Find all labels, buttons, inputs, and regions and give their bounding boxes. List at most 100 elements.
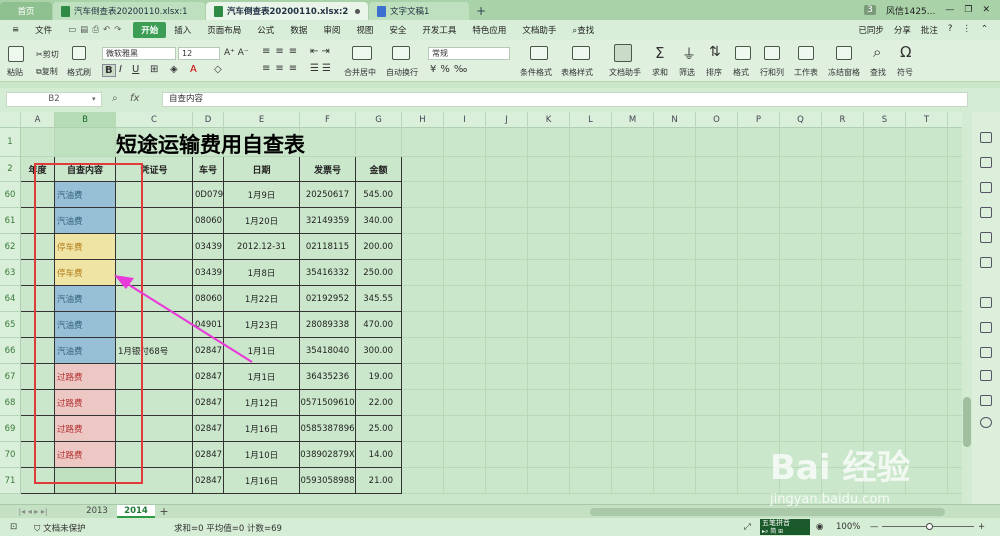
- menu-hamburger-icon[interactable]: ≡: [0, 25, 27, 35]
- sum-button[interactable]: 求和: [652, 67, 668, 78]
- cell[interactable]: [21, 416, 55, 442]
- window-count-badge[interactable]: 3: [864, 5, 876, 15]
- cell[interactable]: [654, 312, 696, 338]
- cell[interactable]: [696, 390, 738, 416]
- cell[interactable]: [528, 338, 570, 364]
- cell[interactable]: [402, 442, 444, 468]
- cell[interactable]: [402, 286, 444, 312]
- conditional-format-button[interactable]: 条件格式: [520, 67, 552, 78]
- cell[interactable]: [948, 312, 962, 338]
- cell[interactable]: [402, 128, 444, 157]
- cell[interactable]: [654, 208, 696, 234]
- cell[interactable]: [654, 468, 696, 494]
- cell[interactable]: [822, 468, 864, 494]
- cell[interactable]: [612, 416, 654, 442]
- cell[interactable]: [780, 208, 822, 234]
- cell[interactable]: [864, 208, 906, 234]
- car-cell[interactable]: 08060: [193, 208, 224, 234]
- sheet-title[interactable]: 短途运输费用自查表: [116, 129, 305, 159]
- cell[interactable]: [570, 260, 612, 286]
- invoice-cell[interactable]: 20250617: [300, 182, 356, 208]
- column-header-l[interactable]: L: [570, 112, 612, 128]
- menu-data[interactable]: 数据: [282, 24, 315, 36]
- date-cell[interactable]: 1月12日: [224, 390, 300, 416]
- wrap-text-icon[interactable]: [392, 46, 410, 60]
- car-cell[interactable]: 03439: [193, 260, 224, 286]
- menu-security[interactable]: 安全: [381, 24, 414, 36]
- date-cell[interactable]: 2012.12-31: [224, 234, 300, 260]
- cell[interactable]: [444, 128, 486, 157]
- fill-color-icon[interactable]: ◈: [170, 64, 178, 75]
- cell[interactable]: [612, 260, 654, 286]
- tab-home[interactable]: 首页: [0, 2, 52, 20]
- cell[interactable]: [822, 157, 864, 182]
- cell[interactable]: [402, 416, 444, 442]
- cell[interactable]: [738, 208, 780, 234]
- help-icon[interactable]: ?: [948, 24, 953, 36]
- font-size-select[interactable]: 12: [178, 47, 220, 60]
- cell[interactable]: [696, 182, 738, 208]
- cell[interactable]: [528, 260, 570, 286]
- cell[interactable]: [864, 468, 906, 494]
- voucher-cell[interactable]: [116, 286, 193, 312]
- column-header-n[interactable]: N: [654, 112, 696, 128]
- wrap-text-button[interactable]: 自动换行: [386, 67, 418, 78]
- cell[interactable]: [444, 468, 486, 494]
- cell[interactable]: [780, 390, 822, 416]
- menu-developer[interactable]: 开发工具: [414, 24, 464, 36]
- cell[interactable]: [444, 312, 486, 338]
- car-cell[interactable]: 03439: [193, 234, 224, 260]
- sum-icon[interactable]: Σ: [655, 44, 664, 62]
- tab-workbook-2[interactable]: 汽车倒查表20200110.xlsx:2: [206, 2, 368, 20]
- cell[interactable]: [528, 442, 570, 468]
- column-header-i[interactable]: I: [444, 112, 486, 128]
- paste-icon[interactable]: [8, 46, 24, 62]
- cell[interactable]: [402, 468, 444, 494]
- zoom-out-icon[interactable]: —: [870, 522, 879, 532]
- cell[interactable]: [906, 364, 948, 390]
- side-select-icon[interactable]: [980, 132, 992, 143]
- amount-cell[interactable]: 19.00: [356, 364, 402, 390]
- zoom-in-icon[interactable]: +: [978, 522, 985, 532]
- cell[interactable]: [612, 157, 654, 182]
- cell[interactable]: [528, 234, 570, 260]
- cell[interactable]: [948, 442, 962, 468]
- voucher-cell[interactable]: [116, 364, 193, 390]
- cell[interactable]: [780, 128, 822, 157]
- cell[interactable]: [570, 157, 612, 182]
- row-col-button[interactable]: 行和列: [760, 67, 784, 78]
- sort-button[interactable]: 排序: [706, 67, 722, 78]
- share-button[interactable]: 分享: [894, 24, 911, 36]
- cell[interactable]: [21, 182, 55, 208]
- voucher-cell[interactable]: [116, 390, 193, 416]
- menu-view[interactable]: 视图: [348, 24, 381, 36]
- cell[interactable]: [738, 364, 780, 390]
- cell[interactable]: [696, 468, 738, 494]
- spreadsheet-grid[interactable]: ABCDEFGHIJKLMNOPQRSTUVWXYZ 1260616263646…: [0, 112, 962, 504]
- cell[interactable]: [402, 338, 444, 364]
- cell[interactable]: [780, 286, 822, 312]
- column-header-e[interactable]: E: [224, 112, 300, 128]
- cell[interactable]: [738, 260, 780, 286]
- cell[interactable]: [444, 286, 486, 312]
- content-cell[interactable]: 过路费: [55, 390, 116, 416]
- cell[interactable]: [444, 442, 486, 468]
- cell[interactable]: [780, 312, 822, 338]
- header-cell[interactable]: 年度: [21, 157, 55, 182]
- menu-page-layout[interactable]: 页面布局: [199, 24, 249, 36]
- cell[interactable]: [948, 182, 962, 208]
- cell[interactable]: [570, 312, 612, 338]
- cell[interactable]: [402, 364, 444, 390]
- cell[interactable]: [864, 286, 906, 312]
- cell[interactable]: [570, 182, 612, 208]
- column-header-d[interactable]: D: [193, 112, 224, 128]
- cell[interactable]: [864, 338, 906, 364]
- cell[interactable]: [21, 208, 55, 234]
- find-button[interactable]: 查找: [870, 67, 886, 78]
- cell[interactable]: [654, 182, 696, 208]
- voucher-cell[interactable]: [116, 468, 193, 494]
- amount-cell[interactable]: 21.00: [356, 468, 402, 494]
- cell[interactable]: [654, 442, 696, 468]
- select-all-corner[interactable]: [0, 112, 21, 128]
- content-cell[interactable]: 汽油费: [55, 182, 116, 208]
